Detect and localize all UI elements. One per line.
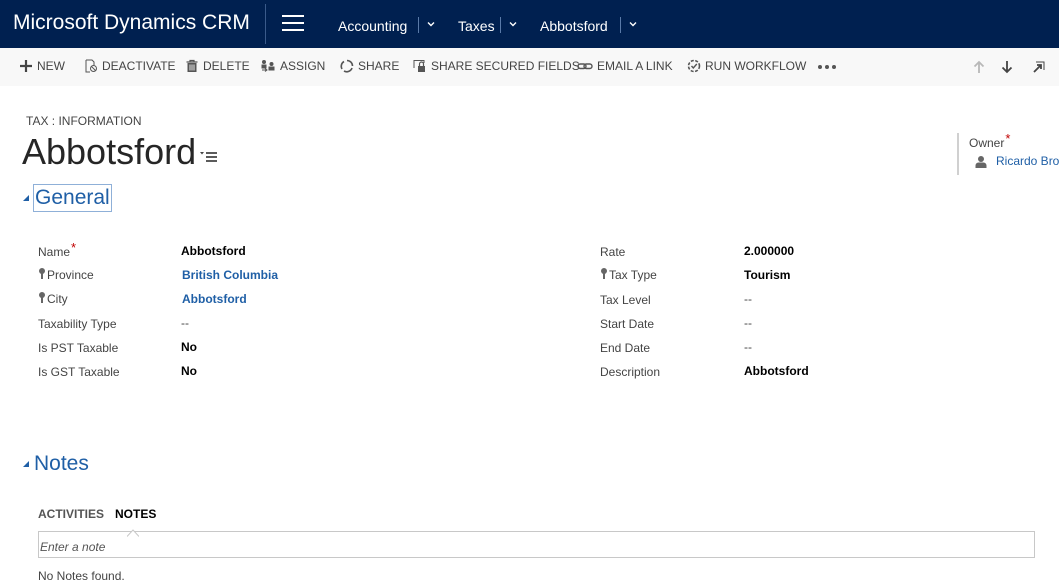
owner-label: Owner* [969,131,1011,150]
field-value-is-gst-taxable[interactable]: No [181,364,197,378]
field-value-rate[interactable]: 2.000000 [744,244,794,258]
breadcrumb-separator [418,17,419,33]
owner-field: Owner* Ricardo Bro [957,131,1059,175]
share-secured-fields-button[interactable]: SHARE SECURED FIELDS [413,59,580,73]
expand-icon[interactable] [1032,60,1046,74]
tab-activities[interactable]: ACTIVITIES [38,507,104,521]
assign-label: ASSIGN [280,59,326,73]
owner-link[interactable]: Ricardo Bro [996,154,1059,168]
email-a-link-label: EMAIL A LINK [597,59,673,73]
field-value-end-date[interactable]: -- [744,340,752,354]
share-secured-fields-label: SHARE SECURED FIELDS [431,59,580,73]
delete-button[interactable]: DELETE [185,59,250,73]
field-value-taxability-type[interactable]: -- [181,316,189,330]
no-notes-message: No Notes found. [38,569,125,583]
new-button[interactable]: NEW [19,59,65,73]
secure-share-icon [413,59,427,73]
key-icon [38,268,46,280]
share-icon [340,59,354,73]
record-title: Abbotsford [22,131,197,172]
field-label-end-date: End Date [600,341,651,355]
command-bar: NEW DEACTIVATE DELETE ASSIGN SHARE SHARE… [0,48,1059,86]
email-a-link-button[interactable]: EMAIL A LINK [577,59,673,73]
tab-notes[interactable]: NOTES [115,507,156,521]
entity-label: TAX : INFORMATION [26,114,142,128]
field-label-is-gst-taxable: Is GST Taxable [38,365,120,379]
top-nav-bar: Microsoft Dynamics CRM Accounting Taxes … [0,0,1059,48]
arrow-up-icon[interactable] [972,60,986,74]
breadcrumb-separator [620,17,621,33]
section-general-title[interactable]: General [33,184,112,212]
deactivate-button[interactable]: DEACTIVATE [84,59,176,73]
form-selector-icon[interactable] [200,150,218,162]
user-icon [975,155,987,169]
note-input[interactable] [38,531,1035,558]
chevron-down-icon[interactable] [426,19,436,29]
section-notes-title[interactable]: Notes [34,452,89,476]
trash-icon [185,59,199,73]
field-label-city: City [38,292,68,306]
field-label-tax-type: Tax Type [600,268,657,282]
field-value-city[interactable]: Abbotsford [182,292,247,306]
share-label: SHARE [358,59,400,73]
field-value-name[interactable]: Abbotsford [181,244,246,258]
field-value-tax-type[interactable]: Tourism [744,268,790,282]
field-label-is-pst-taxable: Is PST Taxable [38,341,119,355]
field-label-tax-level: Tax Level [600,293,651,307]
breadcrumb-abbotsford[interactable]: Abbotsford [540,18,608,34]
field-value-start-date[interactable]: -- [744,316,752,330]
field-value-province[interactable]: British Columbia [182,268,278,282]
new-label: NEW [37,59,65,73]
run-workflow-button[interactable]: RUN WORKFLOW [687,59,806,73]
field-label-rate: Rate [600,245,626,259]
field-label-province: Province [38,268,94,282]
required-marker: * [71,240,77,255]
chevron-down-icon[interactable] [628,19,638,29]
share-button[interactable]: SHARE [340,59,399,73]
assign-icon [260,59,276,73]
breadcrumb-accounting[interactable]: Accounting [338,18,407,34]
breadcrumb-taxes[interactable]: Taxes [458,18,495,34]
arrow-down-icon[interactable] [1000,60,1014,74]
breadcrumb-separator [500,17,501,33]
collapse-general-icon[interactable] [23,195,29,201]
nav-divider [265,4,266,44]
hamburger-icon[interactable] [282,15,304,31]
key-icon [600,268,608,280]
ellipsis-icon[interactable] [818,65,836,69]
field-label-start-date: Start Date [600,317,655,331]
active-tab-caret [126,524,140,537]
link-icon [577,59,593,73]
field-value-is-pst-taxable[interactable]: No [181,340,197,354]
plus-icon [19,59,33,73]
field-label-taxability-type: Taxability Type [38,317,117,331]
field-label-description: Description [600,365,661,379]
app-title[interactable]: Microsoft Dynamics CRM [13,11,250,35]
deactivate-icon [84,59,98,73]
run-workflow-label: RUN WORKFLOW [705,59,807,73]
required-marker: * [1005,131,1011,146]
field-value-description[interactable]: Abbotsford [744,364,809,378]
deactivate-label: DEACTIVATE [102,59,176,73]
field-label-name: Name * [38,240,77,259]
workflow-icon [687,59,701,73]
collapse-notes-icon[interactable] [23,461,29,467]
chevron-down-icon[interactable] [508,19,518,29]
delete-label: DELETE [203,59,250,73]
field-value-tax-level[interactable]: -- [744,292,752,306]
key-icon [38,292,46,304]
assign-button[interactable]: ASSIGN [260,59,325,73]
